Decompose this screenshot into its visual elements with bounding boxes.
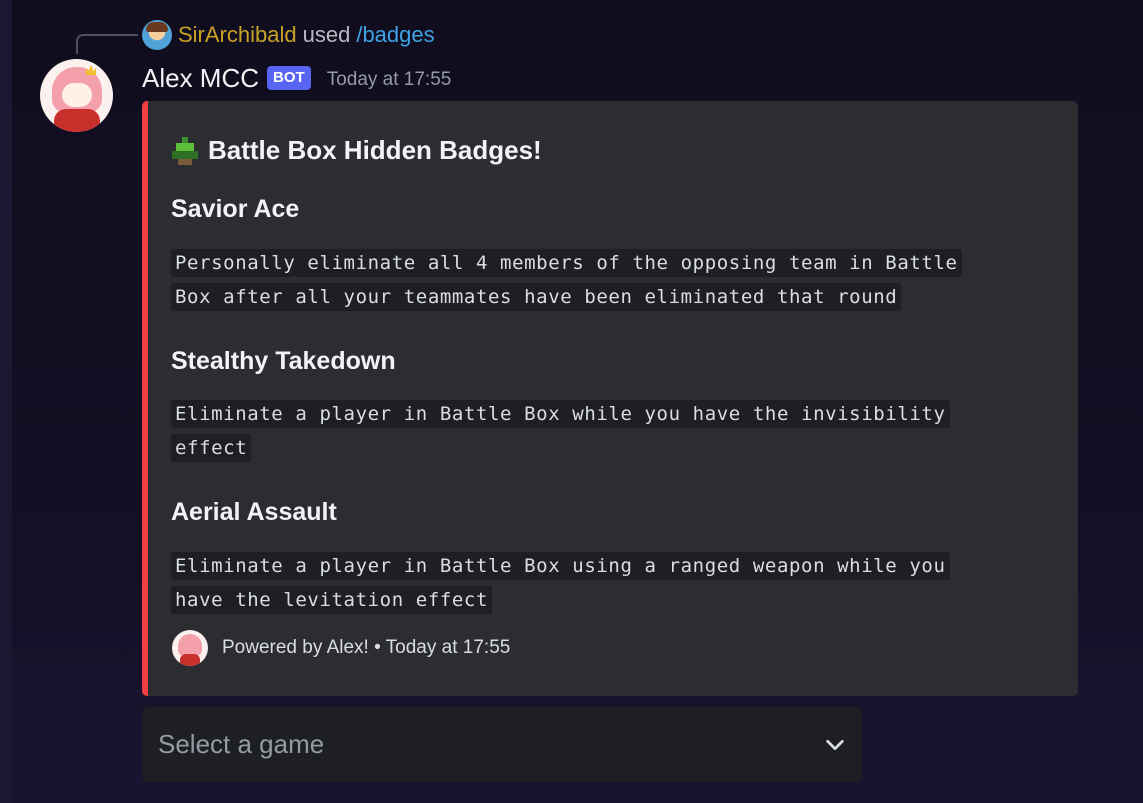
footer-text: Powered by Alex! • Today at 17:55: [222, 637, 511, 658]
field-name-stealthy-takedown: Stealthy Takedown: [171, 347, 396, 375]
battle-box-pixel-icon: [172, 136, 198, 165]
bot-tag: BOT: [267, 66, 311, 90]
message-timestamp[interactable]: Today at 17:55: [327, 69, 452, 91]
reply-used-text: used: [302, 22, 351, 47]
field-value-stealthy-takedown: Eliminate a player in Battle Box while y…: [171, 397, 1031, 465]
field-name-aerial-assault: Aerial Assault: [171, 498, 337, 526]
message-header: Alex MCC BOT Today at 17:55: [142, 60, 451, 96]
game-select-menu[interactable]: Select a game: [142, 707, 862, 782]
select-placeholder: Select a game: [158, 729, 325, 759]
author-avatar[interactable]: [40, 59, 113, 132]
avatar-crown: [86, 65, 96, 75]
embed-title-text: Battle Box Hidden Badges!: [208, 135, 542, 165]
field-value-line: Box after all your teammates have been e…: [171, 283, 902, 311]
field-value-line: Eliminate a player in Battle Box while y…: [171, 400, 950, 428]
footer-avatar-icon: [172, 630, 208, 666]
field-value-aerial-assault: Eliminate a player in Battle Box using a…: [171, 549, 1031, 617]
embed-footer: Powered by Alex! • Today at 17:55: [172, 630, 510, 666]
reply-username[interactable]: SirArchibald: [178, 22, 297, 48]
author-username[interactable]: Alex MCC: [142, 63, 259, 94]
server-sidebar-edge: [0, 0, 12, 803]
field-value-line: Personally eliminate all 4 members of th…: [171, 249, 962, 277]
reply-connector: [76, 34, 138, 54]
reply-user-avatar[interactable]: [142, 20, 172, 50]
field-value-line: effect: [171, 434, 252, 462]
field-name-savior-ace: Savior Ace: [171, 195, 300, 223]
avatar-cloak: [54, 109, 100, 132]
embed-card: Battle Box Hidden Badges! Savior Ace Per…: [142, 101, 1078, 696]
field-value-savior-ace: Personally eliminate all 4 members of th…: [171, 246, 1031, 314]
chevron-down-icon[interactable]: [824, 734, 846, 756]
field-value-line: Eliminate a player in Battle Box using a…: [171, 552, 950, 580]
avatar-face: [62, 83, 92, 107]
reply-reference[interactable]: SirArchibald used /badges: [142, 20, 435, 50]
reply-command[interactable]: /badges: [356, 22, 434, 48]
embed-title: Battle Box Hidden Badges!: [172, 135, 542, 166]
field-value-line: have the levitation effect: [171, 586, 493, 614]
